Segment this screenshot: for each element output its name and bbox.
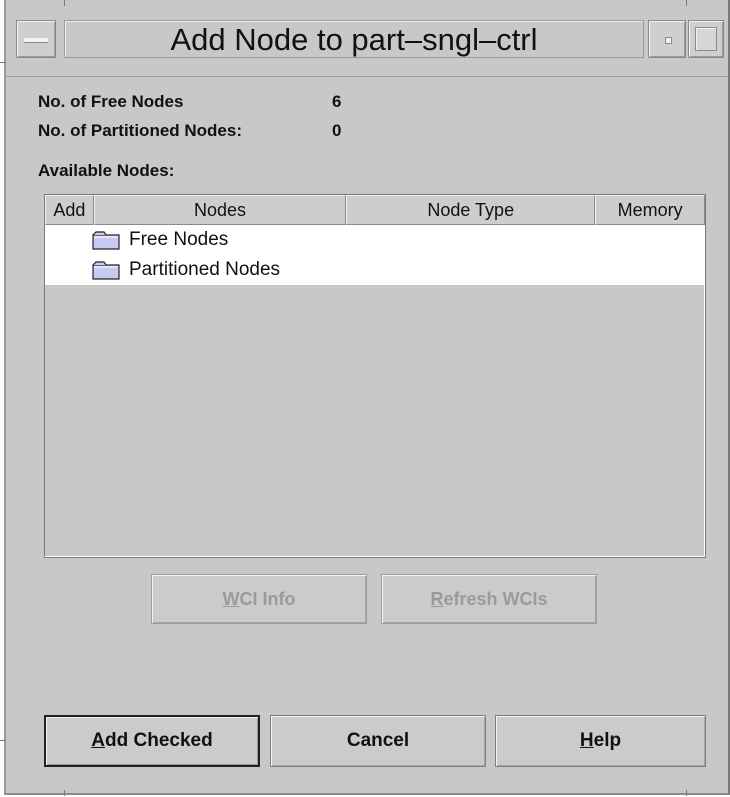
table-row-free-nodes[interactable]: Free Nodes [45,225,705,255]
add-checked-mnemonic: A [91,730,106,751]
add-checked-button[interactable]: Add Checked [44,715,260,767]
wci-info-label: CI Info [239,589,296,609]
tree-item-label: Partitioned Nodes [129,259,281,280]
add-checked-label: dd Checked [105,730,213,751]
help-mnemonic: H [579,730,594,751]
table-row-partitioned-nodes[interactable]: Partitioned Nodes [45,255,705,285]
folder-icon [92,261,120,280]
frame-corner-tick [64,790,65,796]
refresh-wcis-label: efresh WCIs [443,589,548,609]
column-header-memory[interactable]: Memory [595,195,705,225]
cancel-label: Cancel [346,730,410,751]
frame-corner-tick [686,0,687,6]
frame-corner-tick [0,740,6,741]
dialog-window: Add Node to part–sngl–ctrl No. of Free N… [4,0,730,795]
wci-info-mnemonic: W [222,589,240,609]
refresh-wcis-mnemonic: R [430,589,444,609]
cancel-button[interactable]: Cancel [270,715,486,767]
minimize-button[interactable] [648,20,686,58]
table-body: Free Nodes Partitioned Nodes [45,225,705,285]
free-nodes-value: 6 [332,92,342,111]
title-bar[interactable]: Add Node to part–sngl–ctrl [6,0,728,77]
frame-corner-tick [686,790,687,796]
maximize-icon [695,27,717,51]
column-header-node-type[interactable]: Node Type [346,195,596,225]
wci-info-button[interactable]: WCI Info [151,574,367,624]
help-button[interactable]: Help [495,715,706,767]
window-menu-button[interactable] [16,20,56,58]
column-header-add[interactable]: Add [45,195,94,225]
help-label: elp [593,730,622,751]
window-title: Add Node to part–sngl–ctrl [64,20,644,58]
window-menu-icon [24,38,48,43]
table-header: Add Nodes Node Type Memory [45,195,705,225]
partitioned-nodes-value: 0 [332,121,342,140]
maximize-button[interactable] [688,20,724,58]
column-header-nodes[interactable]: Nodes [93,195,347,225]
partitioned-nodes-label: No. of Partitioned Nodes: [38,121,242,140]
available-nodes-label: Available Nodes: [38,161,175,180]
frame-corner-tick [0,62,6,63]
tree-item-label: Free Nodes [129,229,229,250]
nodes-table[interactable]: Add Nodes Node Type Memory Free Nodes Pa… [44,194,706,558]
refresh-wcis-button[interactable]: Refresh WCIs [381,574,597,624]
minimize-icon [665,37,672,44]
frame-corner-tick [64,0,65,6]
folder-icon [92,231,120,250]
free-nodes-label: No. of Free Nodes [38,92,184,111]
